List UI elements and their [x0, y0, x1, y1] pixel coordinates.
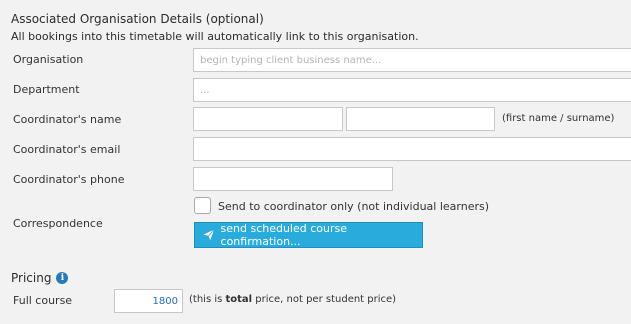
- organisation-input[interactable]: [193, 48, 631, 72]
- department-label: Department: [13, 83, 80, 96]
- send-confirmation-button-label: send scheduled course confirmation...: [220, 222, 348, 248]
- pricing-header: Pricing i: [11, 271, 69, 285]
- coordinator-name-label: Coordinator's name: [13, 113, 122, 126]
- department-input[interactable]: [193, 78, 631, 102]
- correspondence-label: Correspondence: [13, 217, 103, 230]
- paper-plane-icon: [203, 229, 215, 241]
- coordinator-name-hint: (first name / surname): [502, 113, 615, 124]
- coordinator-phone-label: Coordinator's phone: [13, 173, 125, 186]
- org-section-title: Associated Organisation Details (optiona…: [11, 12, 264, 26]
- coordinator-first-name-input[interactable]: [193, 107, 343, 131]
- info-icon[interactable]: i: [56, 272, 69, 284]
- price-note-bold: total: [225, 294, 253, 305]
- coordinator-surname-input[interactable]: [346, 107, 495, 131]
- send-to-coordinator-label: Send to coordinator only (not individual…: [218, 200, 490, 213]
- price-note: (this is total price, not per student pr…: [189, 294, 396, 305]
- send-confirmation-button[interactable]: send scheduled course confirmation...: [194, 222, 423, 248]
- full-course-price-input[interactable]: [114, 289, 183, 313]
- price-note-suffix: price, not per student price): [252, 294, 397, 305]
- coordinator-email-label: Coordinator's email: [13, 143, 121, 156]
- full-course-label: Full course: [13, 294, 73, 307]
- send-to-coordinator-checkbox[interactable]: [194, 197, 211, 214]
- price-note-prefix: (this is: [189, 294, 226, 305]
- organisation-label: Organisation: [13, 53, 84, 66]
- coordinator-email-input[interactable]: [193, 137, 631, 161]
- coordinator-phone-input[interactable]: [193, 167, 393, 191]
- pricing-title: Pricing: [11, 271, 52, 285]
- org-section-subtitle: All bookings into this timetable will au…: [11, 30, 419, 43]
